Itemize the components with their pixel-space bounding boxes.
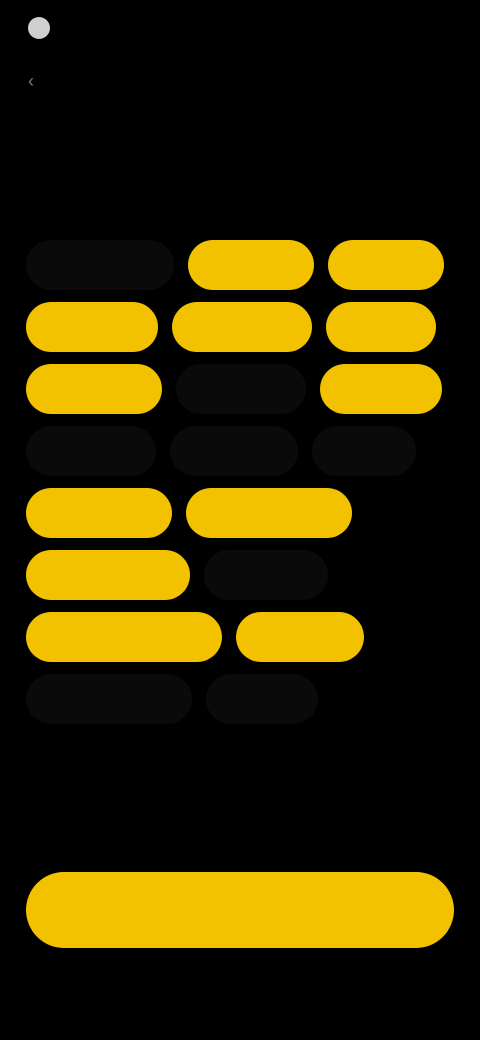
interest-chip-grid — [26, 236, 454, 732]
interest-chip[interactable] — [176, 364, 306, 414]
interest-chip[interactable] — [170, 426, 298, 476]
back-arrow-icon[interactable]: ‹ — [28, 72, 46, 90]
interest-chip[interactable] — [236, 612, 364, 662]
interest-chip[interactable] — [26, 240, 174, 290]
screen: ‹ — [0, 0, 480, 1040]
interest-chip[interactable] — [26, 488, 172, 538]
interest-chip[interactable] — [26, 364, 162, 414]
interest-chip[interactable] — [172, 302, 312, 352]
chip-row — [26, 422, 454, 480]
top-bar — [28, 14, 58, 42]
chip-row — [26, 360, 454, 418]
chip-row — [26, 670, 454, 728]
chip-row — [26, 236, 454, 294]
interest-chip[interactable] — [26, 550, 190, 600]
interest-chip[interactable] — [320, 364, 442, 414]
chip-row — [26, 546, 454, 604]
chip-row — [26, 608, 454, 666]
interest-chip[interactable] — [326, 302, 436, 352]
interest-chip[interactable] — [312, 426, 416, 476]
interest-chip[interactable] — [206, 674, 318, 724]
interest-chip[interactable] — [328, 240, 444, 290]
interest-chip[interactable] — [188, 240, 314, 290]
chip-row — [26, 484, 454, 542]
interest-chip[interactable] — [186, 488, 352, 538]
interest-chip[interactable] — [204, 550, 328, 600]
interest-chip[interactable] — [26, 302, 158, 352]
interest-chip[interactable] — [26, 612, 222, 662]
logo-icon — [28, 17, 50, 39]
chip-row — [26, 298, 454, 356]
interest-chip[interactable] — [26, 674, 192, 724]
continue-button[interactable] — [26, 872, 454, 948]
interest-chip[interactable] — [26, 426, 156, 476]
